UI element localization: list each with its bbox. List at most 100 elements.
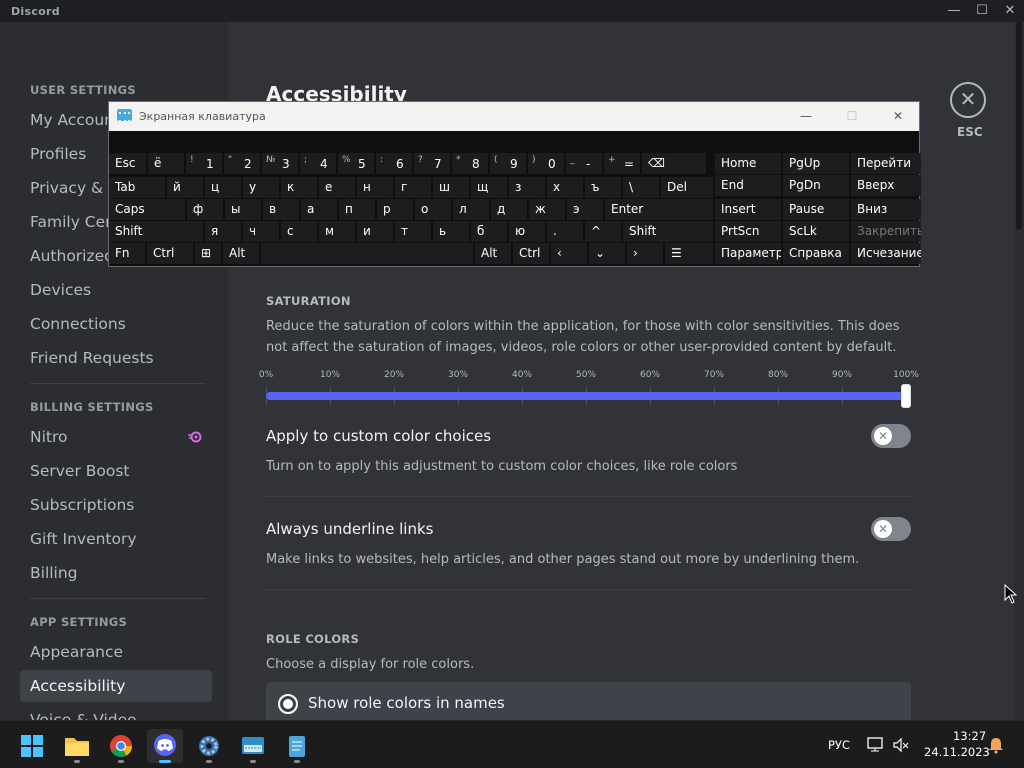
key-з[interactable]: з (509, 177, 545, 198)
key-=[interactable]: + = (604, 153, 640, 174)
key-6[interactable]: :6 (376, 153, 412, 174)
volume-muted-icon[interactable] (892, 736, 910, 754)
key-т[interactable]: т (395, 221, 431, 242)
network-icon[interactable] (866, 736, 886, 754)
role-color-option[interactable]: Show role colors in names (266, 682, 911, 720)
key-shift-right[interactable]: Shift (623, 221, 713, 242)
sidebar-item-server-boost[interactable]: Server Boost (20, 455, 212, 487)
key-nav-4-1[interactable]: Справка (783, 243, 849, 264)
key-ю[interactable]: ю (509, 221, 545, 242)
key-windows[interactable]: ⊞ (195, 243, 221, 264)
key-arrow-right[interactable]: › (627, 243, 663, 264)
key-5[interactable]: % 5 (338, 153, 374, 174)
sidebar-item-billing[interactable]: Billing (20, 557, 212, 589)
close-window-button[interactable]: ✕ (994, 0, 1024, 22)
scrollbar-thumb[interactable] (1016, 22, 1022, 230)
key-nav-0-0[interactable]: Home (715, 153, 781, 174)
key-nav-1-1[interactable]: PgDn (783, 175, 849, 196)
key-ж[interactable]: ж (529, 199, 565, 220)
key-г[interactable]: г (395, 177, 431, 198)
key-arrow-down[interactable]: ⌄ (589, 243, 625, 264)
key-nav-3-1[interactable]: ScLk (783, 221, 849, 242)
key-в[interactable]: в (263, 199, 299, 220)
key-у[interactable]: у (243, 177, 279, 198)
sidebar-item-voice-video[interactable]: Voice & Video (20, 704, 212, 720)
key-nav-2-0[interactable]: Insert (715, 199, 781, 220)
underline-links-toggle[interactable]: ✕ (871, 517, 911, 541)
key-щ[interactable]: щ (471, 177, 507, 198)
saturation-slider-handle[interactable] (901, 384, 911, 408)
sidebar-item-devices[interactable]: Devices (20, 274, 212, 306)
sidebar-item-appearance[interactable]: Appearance (20, 636, 212, 668)
key-nav-4-0[interactable]: Параметры (715, 243, 781, 264)
osk-maximize-button[interactable]: ☐ (837, 107, 867, 125)
clock-time[interactable]: 13:27 (953, 729, 986, 743)
key-space[interactable] (261, 243, 473, 264)
key-с[interactable]: с (281, 221, 317, 242)
key-enter[interactable]: Enter (605, 199, 713, 220)
key-\[interactable]: \ (623, 177, 659, 198)
key-nav-1-0[interactable]: End (715, 175, 781, 196)
key-ц[interactable]: ц (205, 177, 241, 198)
key-caps[interactable]: Caps (109, 199, 185, 220)
key-shift-left[interactable]: Shift (109, 221, 203, 242)
key-э[interactable]: э (567, 199, 603, 220)
taskbar-discord[interactable] (147, 729, 183, 763)
taskbar-notepad[interactable] (279, 729, 315, 763)
custom-colors-toggle[interactable]: ✕ (871, 424, 911, 448)
key-fn[interactable]: Fn (109, 243, 145, 264)
key-к[interactable]: к (281, 177, 317, 198)
key-backspace[interactable]: ⌫ (642, 153, 706, 174)
content-scrollbar[interactable] (1014, 22, 1024, 720)
key-del[interactable]: Del (661, 177, 713, 198)
key-й[interactable]: й (167, 177, 203, 198)
sidebar-item-gift-inventory[interactable]: Gift Inventory (20, 523, 212, 555)
sidebar-item-nitro[interactable]: Nitro (20, 421, 212, 453)
sidebar-item-friend-requests[interactable]: Friend Requests (20, 342, 212, 374)
key-е[interactable]: е (319, 177, 355, 198)
key-х[interactable]: х (547, 177, 583, 198)
key-menu[interactable]: ☰ (665, 243, 713, 264)
sidebar-item-accessibility[interactable]: Accessibility (20, 670, 212, 702)
close-settings-button[interactable]: ✕ (950, 82, 986, 118)
key-ь[interactable]: ь (433, 221, 469, 242)
key-ctrl-right[interactable]: Ctrl (513, 243, 549, 264)
key-н[interactable]: н (357, 177, 393, 198)
key-3[interactable]: № 3 (262, 153, 298, 174)
key-д[interactable]: д (491, 199, 527, 220)
key-п[interactable]: п (339, 199, 375, 220)
taskbar-file-explorer[interactable] (59, 729, 95, 763)
key-я[interactable]: я (205, 221, 241, 242)
key-ы[interactable]: ы (225, 199, 261, 220)
key-0[interactable]: ) 0 (528, 153, 564, 174)
key-nav-3-2[interactable]: Закрепить (851, 221, 921, 242)
key-б[interactable]: б (471, 221, 507, 242)
key-esc[interactable]: Esc (109, 153, 146, 174)
osk-close-button[interactable]: ✕ (883, 107, 913, 125)
osk-minimize-button[interactable]: — (791, 107, 821, 125)
key-и[interactable]: и (357, 221, 393, 242)
key-ъ[interactable]: ъ (585, 177, 621, 198)
key-4[interactable]: ; 4 (300, 153, 336, 174)
taskbar-chrome[interactable] (103, 729, 139, 763)
key-nav-4-2[interactable]: Исчезание (851, 243, 921, 264)
key-2[interactable]: " 2 (224, 153, 260, 174)
key-alt-left[interactable]: Alt (223, 243, 259, 264)
key-nav-2-2[interactable]: Вниз (851, 199, 921, 220)
key-arrow-left[interactable]: ‹ (551, 243, 587, 264)
key-alt-right[interactable]: Alt (475, 243, 511, 264)
taskbar-settings[interactable] (191, 729, 227, 763)
key-nav-1-2[interactable]: Вверх (851, 175, 921, 196)
key-nav-0-1[interactable]: PgUp (783, 153, 849, 174)
key--[interactable]: _ - (566, 153, 602, 174)
key-yo[interactable]: ё (148, 153, 184, 174)
key-л[interactable]: л (453, 199, 489, 220)
key-nav-0-2[interactable]: Перейти (851, 153, 921, 174)
clock-date[interactable]: 24.11.2023 (924, 745, 990, 759)
notification-bell-icon[interactable] (988, 736, 1004, 754)
key-1[interactable]: ! 1 (186, 153, 222, 174)
language-indicator[interactable]: РУС (828, 738, 850, 752)
key-м[interactable]: м (319, 221, 355, 242)
sidebar-item-connections[interactable]: Connections (20, 308, 212, 340)
key-ш[interactable]: ш (433, 177, 469, 198)
